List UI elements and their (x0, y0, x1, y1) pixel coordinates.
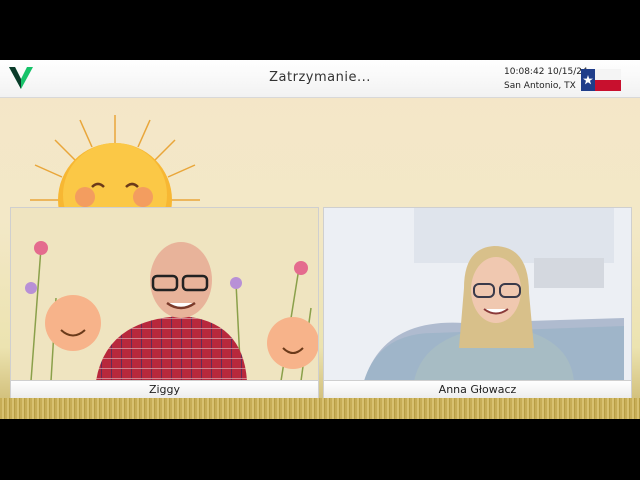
grass-strip (0, 398, 640, 419)
ziggy-video-frame (11, 208, 318, 381)
participant-video-ziggy[interactable] (10, 207, 319, 382)
participant-name-anna: Anna Głowacz (323, 380, 632, 400)
texas-flag-icon (581, 69, 621, 91)
video-stage: Zatrzymanie... 10:08:42 10/15/24 San Ant… (0, 60, 640, 419)
participant-name-ziggy: Ziggy (10, 380, 319, 400)
time-date-readout: 10:08:42 10/15/24 (504, 67, 588, 77)
participant-video-anna[interactable] (323, 207, 632, 382)
location-label: San Antonio, TX (504, 81, 576, 91)
anna-video-frame (324, 208, 631, 381)
broadcast-header-bar: Zatrzymanie... 10:08:42 10/15/24 San Ant… (0, 60, 640, 98)
